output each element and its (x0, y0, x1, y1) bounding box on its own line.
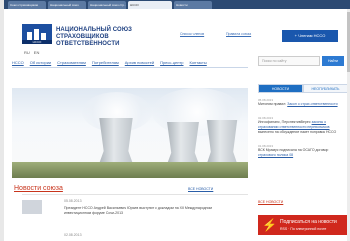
all-news-link[interactable]: ВСЕ НОВОСТИ (188, 187, 213, 191)
item-link[interactable]: Закон о страх.ответственности (287, 102, 337, 106)
tab-other[interactable]: НЕОПУБЛИКАТЬ (303, 84, 348, 93)
subscribe-title: Подписаться на новости (280, 219, 337, 225)
nav-item[interactable]: Страхователям (57, 60, 86, 65)
sidebar-news-list: 05.08.2013 Митоним правил: Закон о страх… (258, 98, 346, 167)
item-text-plain: Ингосфинанс, ПерспективВерес (258, 120, 312, 124)
tab-insurance-news[interactable]: НОВОСТИ СТРАХОВАНИЯ (258, 84, 303, 100)
members-list-link[interactable]: Список членов (180, 32, 204, 36)
language-switch: RU EN (24, 50, 39, 55)
news-text[interactable]: Президент НССО Андрей Васильевич Юрьев в… (64, 206, 214, 216)
item-text: ВСК Мрамус подписала на ОСАГО договор ст… (258, 148, 346, 158)
site-header: НССО НАЦИОНАЛЬНЫЙ СОЮЗ СТРАХОВЩИКОВ ОТВЕ… (4, 12, 350, 56)
lang-en[interactable]: EN (34, 50, 40, 55)
lang-ru[interactable]: RU (24, 50, 30, 55)
list-item: 02.08.2013 Ингосфинанс, ПерспективВерес … (258, 116, 346, 135)
nav-item[interactable]: Контакты (189, 60, 206, 65)
news-date: 05.08.2013 (64, 199, 82, 203)
browser-tab[interactable]: Национальный союз (48, 1, 86, 9)
search-input[interactable]: Поиск по сайту (258, 56, 320, 66)
nav-item[interactable]: Об истории (30, 60, 51, 65)
browser-tab[interactable]: Новости (174, 1, 212, 9)
item-text-plain: Митоним правил: (258, 102, 288, 106)
sidebar-all-news-link[interactable]: ВСЕ НОВОСТИ (258, 200, 283, 204)
nav-item[interactable]: Архив новостей (125, 60, 154, 65)
union-rules-link[interactable]: Правила союза (226, 32, 251, 36)
news-section-title[interactable]: Новости союза (14, 185, 63, 192)
news-date: 02.08.2013 (64, 233, 82, 237)
org-name-line2: СТРАХОВЩИКОВ ОТВЕТСТВЕННОСТИ (56, 34, 120, 47)
logo-text: НССО (22, 40, 52, 44)
nav-item[interactable]: НССО (12, 60, 24, 65)
nav-item[interactable]: Пресс-центр (160, 60, 183, 65)
org-name: НАЦИОНАЛЬНЫЙ СОЮЗ СТРАХОВЩИКОВ ОТВЕТСТВЕ… (56, 27, 166, 48)
news-thumbnail[interactable] (22, 200, 42, 214)
org-name-line1: НАЦИОНАЛЬНЫЙ СОЮЗ (56, 27, 132, 33)
nav-item[interactable]: Потребителям (92, 60, 119, 65)
item-text-plain: ВСК Мрамус подписала на ОСАГО договор (258, 148, 329, 152)
list-item: 05.08.2013 Митоним правил: Закон о страх… (258, 98, 346, 107)
ground (12, 162, 248, 178)
lightning-icon: ⚡ (262, 218, 277, 232)
tab-bar: Союз страховщиков Национальный союз Наци… (4, 0, 350, 9)
members-button[interactable]: + Членам НССО (282, 30, 338, 42)
nsso-logo[interactable]: НССО (22, 24, 52, 44)
list-item: 01.08.2013 ВСК Мрамус подписала на ОСАГО… (258, 144, 346, 158)
search-button[interactable]: Найти (322, 56, 344, 66)
browser-window: Союз страховщиков Национальный союз Наци… (4, 0, 350, 241)
main-nav: НССО Об истории Страхователям Потребител… (12, 58, 248, 68)
divider (22, 194, 248, 195)
logo-bar (27, 32, 32, 40)
item-text-tail: вынесено на обсуждение пакет поправок НС… (258, 130, 337, 134)
subscribe-button[interactable]: ⚡ Подписаться на новости RSS · По электр… (258, 215, 348, 235)
hero-banner (12, 88, 248, 178)
browser-tab[interactable]: Союз страховщиков (8, 1, 46, 9)
item-text: Митоним правил: Закон о страх.ответствен… (258, 102, 346, 107)
logo-bar (41, 33, 46, 40)
browser-tab-active[interactable]: НССО (128, 1, 172, 9)
sidebar-tabs: НОВОСТИ СТРАХОВАНИЯ НЕОПУБЛИКАТЬ (258, 84, 348, 100)
item-link[interactable]: страхового полиса 08 (258, 153, 293, 157)
browser-tab[interactable]: Национальный союз стр.. (88, 1, 126, 9)
logo-bar (34, 29, 39, 40)
item-text: Ингосфинанс, ПерспективВерес законы о ст… (258, 120, 346, 135)
subscribe-subtitle: RSS · По электронной почте (280, 227, 327, 231)
